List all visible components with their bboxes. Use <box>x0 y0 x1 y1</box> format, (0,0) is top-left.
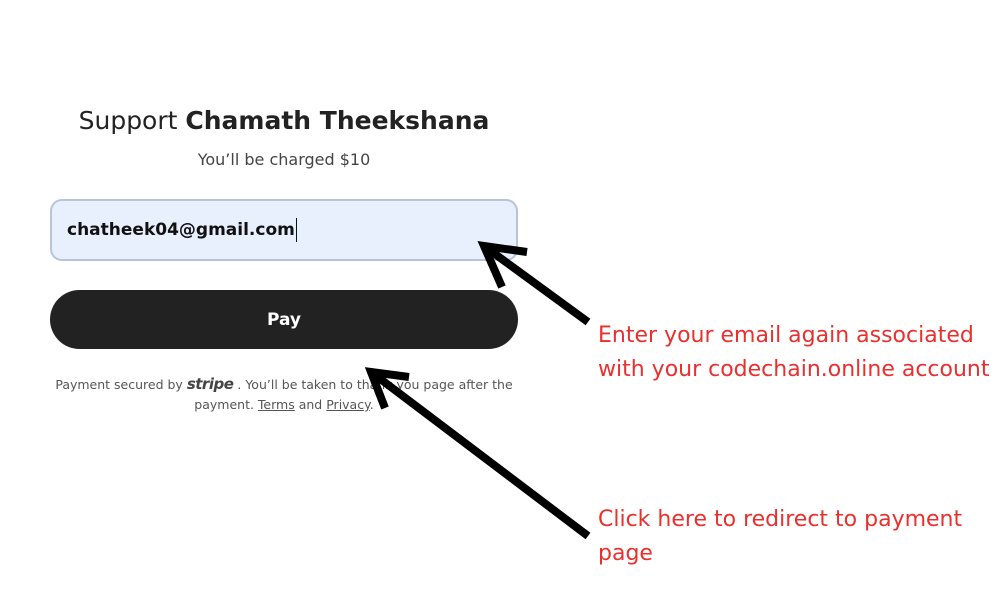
stripe-logo: stripe <box>186 375 234 393</box>
charge-amount-text: You’ll be charged $10 <box>197 150 371 169</box>
privacy-link[interactable]: Privacy <box>326 397 369 412</box>
terms-link[interactable]: Terms <box>258 397 295 412</box>
email-value: chatheek04@gmail.com <box>67 220 295 240</box>
page-title: Support Chamath Theekshana <box>50 106 518 135</box>
pay-button-label: Pay <box>266 309 302 330</box>
pay-button[interactable]: Pay <box>50 290 518 349</box>
footer-end-text: . <box>369 397 374 412</box>
pay-instruction-note: Click here to redirect to payment page <box>598 507 963 566</box>
text-caret <box>295 218 297 242</box>
footer-text-before: Payment secured by <box>55 377 183 392</box>
creator-name: Chamath Theekshana <box>185 106 490 135</box>
email-field[interactable]: chatheek04@gmail.com <box>50 199 518 261</box>
footer-and-text: and <box>298 397 323 412</box>
email-instruction-note: Enter your email again associated with y… <box>598 323 990 382</box>
payment-footer: Payment secured by stripe . You’ll be ta… <box>50 374 518 415</box>
title-prefix: Support <box>78 106 178 135</box>
